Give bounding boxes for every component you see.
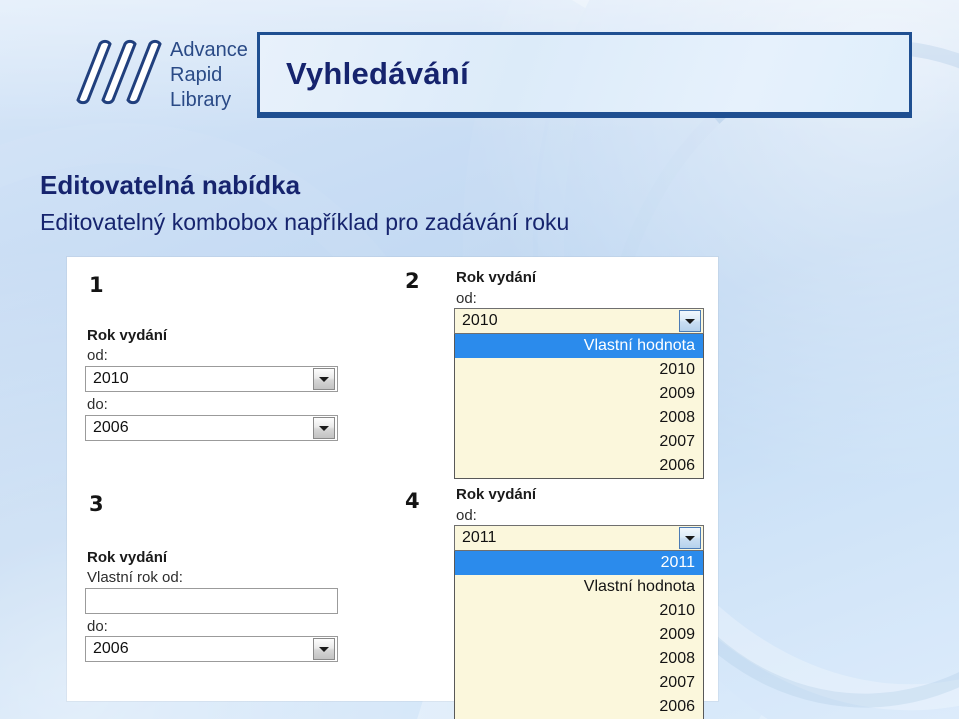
group-label-3: Rok vydání [87,549,168,566]
group-label-2: Rok vydání [456,269,537,286]
dropdown-item[interactable]: 2008 [455,647,703,671]
dropdown-item[interactable]: 2007 [455,430,703,454]
dropdown-item[interactable]: 2011 [455,551,703,575]
dropdown-list-2[interactable]: Vlastní hodnota 2010 2009 2008 2007 2006 [454,334,704,479]
field-to-label-1: do: [87,396,108,413]
custom-year-input-3[interactable] [85,588,338,614]
dropdown-item[interactable]: 2008 [455,406,703,430]
panel-number-1: 1 [89,273,104,297]
dropdown-item[interactable]: 2006 [455,695,703,719]
slide-title-box: Vyhledávání [257,32,912,115]
field-from-label-2: od: [456,290,477,307]
screenshot-panel: 1 Rok vydání od: 2010 do: 2006 2 Rok vyd… [67,257,718,719]
example-panel-1: 1 Rok vydání od: 2010 do: 2006 [67,257,397,472]
chevron-down-icon[interactable] [313,417,335,439]
combobox-from-4[interactable]: 2011 [454,525,704,551]
header-divider [257,115,912,118]
combobox-from-value-1: 2010 [93,370,129,387]
logo-slashes-icon [76,39,162,105]
field-from-label-4: od: [456,507,477,524]
combobox-from-2[interactable]: 2010 [454,308,704,334]
heading-main: Editovatelná nabídka [40,170,301,200]
dropdown-item[interactable]: 2010 [455,599,703,623]
panel-number-4: 4 [405,489,420,513]
dropdown-item[interactable]: Vlastní hodnota [455,334,703,358]
page-title: Vyhledávání [286,55,470,91]
dropdown-item[interactable]: Vlastní hodnota [455,575,703,599]
example-panel-3: 3 Rok vydání Vlastní rok od: do: 2006 [67,472,397,701]
chevron-down-icon[interactable] [313,638,335,660]
chevron-down-icon[interactable] [679,310,701,332]
slide-canvas: Advanced Rapid Library Vyhledávání Edito… [0,0,959,719]
combobox-to-1[interactable]: 2006 [85,415,338,441]
custom-from-label-3: Vlastní rok od: [87,569,183,586]
field-to-label-3: do: [87,618,108,635]
combobox-from-value-2: 2010 [462,312,498,329]
example-panel-2: 2 Rok vydání od: 2010 Vlastní hodnota 20… [397,257,718,479]
group-label-4: Rok vydání [456,486,537,503]
dropdown-item[interactable]: 2010 [455,358,703,382]
field-from-label-1: od: [87,347,108,364]
logo-line1: Advanced [170,39,248,61]
heading-sub: Editovatelný kombobox například pro zadá… [40,209,570,235]
chevron-down-icon[interactable] [313,368,335,390]
combobox-to-value-3: 2006 [93,640,129,657]
dropdown-item[interactable]: 2007 [455,671,703,695]
dropdown-list-4[interactable]: 2011 Vlastní hodnota 2010 2009 2008 2007… [454,551,704,719]
logo-line2: Rapid [170,64,222,86]
panel-number-2: 2 [405,269,420,293]
dropdown-item[interactable]: 2009 [455,382,703,406]
chevron-down-icon[interactable] [679,527,701,549]
combobox-to-3[interactable]: 2006 [85,636,338,662]
combobox-from-value-4: 2011 [462,529,497,546]
panel-number-3: 3 [89,492,104,516]
dropdown-item[interactable]: 2009 [455,623,703,647]
group-label-1: Rok vydání [87,327,168,344]
advanced-rapid-library-logo: Advanced Rapid Library [48,28,248,114]
example-panel-4: 4 Rok vydání od: 2011 2011 Vlastní hodno… [397,472,718,719]
combobox-from-1[interactable]: 2010 [85,366,338,392]
logo-line3: Library [170,89,231,111]
combobox-to-value-1: 2006 [93,419,129,436]
